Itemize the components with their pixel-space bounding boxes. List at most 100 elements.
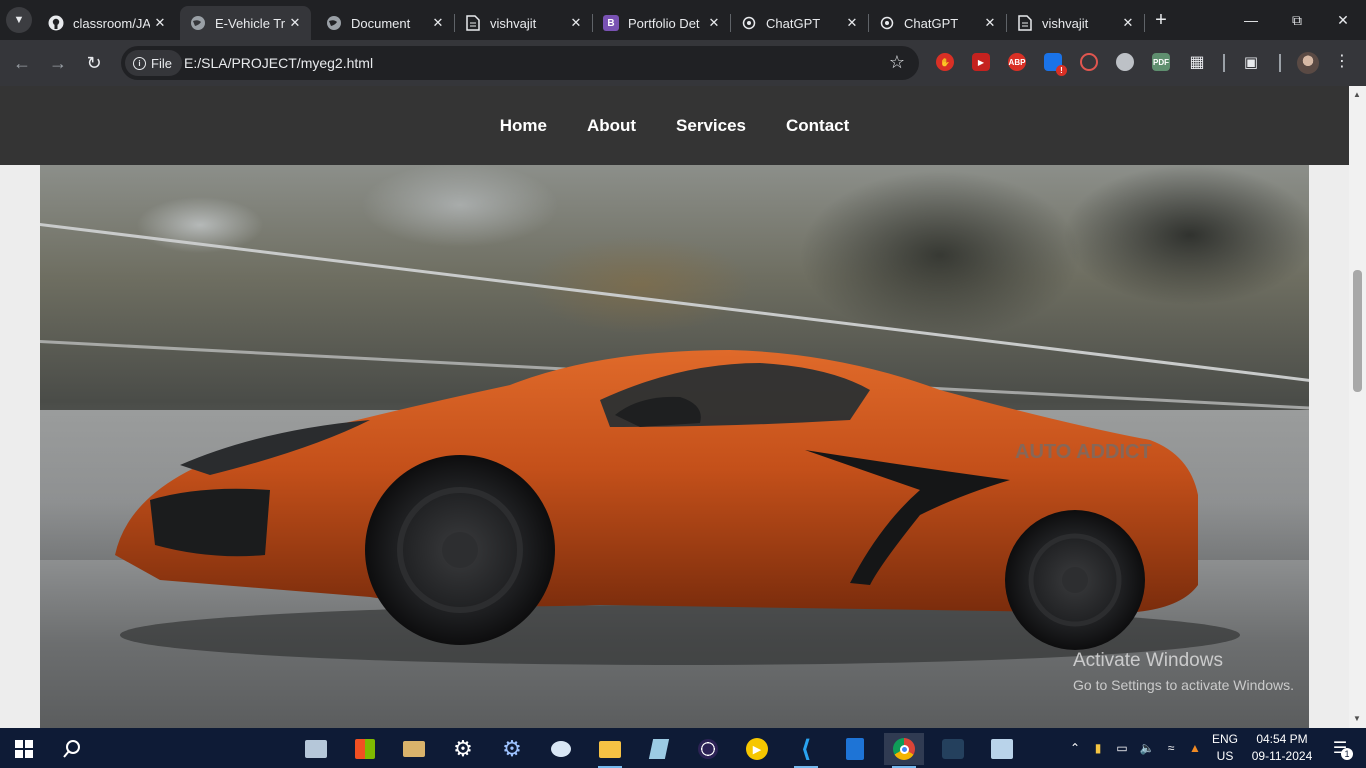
notes-icon — [648, 739, 670, 759]
bootstrap-icon: B — [603, 15, 619, 31]
taskbar-app-chart[interactable] — [982, 733, 1022, 765]
battery-icon[interactable]: ▭ — [1113, 728, 1131, 768]
language-indicator[interactable]: ENG US — [1210, 731, 1240, 765]
close-icon[interactable]: ✕ — [566, 13, 586, 33]
vscode-icon: ⟨ — [800, 735, 812, 763]
nav-link-about[interactable]: About — [587, 116, 636, 136]
scrollbar-thumb[interactable] — [1353, 270, 1362, 392]
minimize-button[interactable]: — — [1228, 0, 1274, 40]
stop-ext-icon[interactable]: ✋ — [936, 53, 954, 71]
swirl-ext-icon[interactable] — [1080, 53, 1098, 71]
paint-icon — [551, 741, 571, 757]
minimize-icon: — — [1244, 12, 1258, 28]
alert-badge-icon: ! — [1056, 65, 1067, 76]
taskbar-app-calculator[interactable] — [835, 733, 875, 765]
taskbar-app-chrome[interactable] — [884, 733, 924, 768]
search-button[interactable] — [52, 733, 92, 765]
tray-app-icon[interactable]: ▲ — [1186, 728, 1204, 768]
gear-icon: ⚙ — [453, 736, 473, 761]
openai-icon — [741, 15, 757, 31]
plus-icon: + — [1155, 8, 1167, 31]
windows-logo-icon — [15, 740, 33, 758]
address-bar[interactable]: i File E:/SLA/PROJECT/myeg2.html ☆ — [121, 46, 919, 80]
page-viewport: Home About Services Contact AUTO ADDICT … — [0, 86, 1366, 728]
tab-chatgpt-2[interactable]: ChatGPT ✕ — [869, 6, 1006, 40]
video-ext-icon[interactable]: ▶ — [972, 53, 990, 71]
cookie-ext-icon[interactable] — [1116, 53, 1134, 71]
folder-icon — [599, 740, 621, 758]
page-scrollbar[interactable]: ▲ ▼ — [1349, 86, 1366, 728]
screenshot-icon[interactable]: ▣ — [1242, 53, 1260, 71]
back-button[interactable]: ← — [8, 49, 36, 77]
scroll-down-icon[interactable]: ▼ — [1353, 714, 1361, 723]
close-icon[interactable]: ✕ — [842, 13, 862, 33]
calculator-icon — [846, 738, 864, 760]
close-icon: ✕ — [1337, 11, 1349, 28]
activate-windows-title: Activate Windows — [1073, 650, 1223, 671]
close-icon[interactable]: ✕ — [285, 13, 305, 33]
restore-button[interactable]: ⧉ — [1274, 0, 1320, 40]
tray-overflow-button[interactable]: ⌃ — [1066, 728, 1084, 768]
notifications-button[interactable]: ☰ 1 — [1322, 728, 1358, 768]
taskbar-app-store[interactable] — [345, 733, 385, 765]
nav-link-contact[interactable]: Contact — [786, 116, 849, 136]
tab-search-button[interactable]: ▼ — [6, 7, 32, 33]
close-icon[interactable]: ✕ — [704, 13, 724, 33]
nav-link-home[interactable]: Home — [500, 116, 547, 136]
start-button[interactable] — [4, 733, 44, 765]
search-icon — [63, 740, 80, 758]
taskbar-app-media[interactable]: ▶ — [737, 733, 777, 765]
taskbar-app-settings-2[interactable]: ⚙ — [492, 733, 532, 765]
url-text[interactable]: E:/SLA/PROJECT/myeg2.html — [184, 55, 373, 71]
tab-e-vehicle[interactable]: E-Vehicle Tra ✕ — [180, 6, 311, 40]
play-icon: ▶ — [746, 738, 768, 760]
new-tab-button[interactable]: + — [1149, 8, 1173, 32]
language-code: ENG — [1211, 732, 1238, 746]
abp-icon[interactable]: ABP — [1008, 53, 1026, 71]
arrow-left-icon: ← — [13, 52, 31, 73]
taskbar-app-control-panel[interactable] — [296, 733, 336, 765]
tray-security-icon[interactable]: ▮ — [1089, 728, 1107, 768]
taskbar-app-mysql[interactable] — [933, 733, 973, 765]
file-icon — [1017, 15, 1033, 31]
close-icon[interactable]: ✕ — [428, 13, 448, 33]
tab-document[interactable]: Document ✕ — [316, 6, 454, 40]
tab-chatgpt-1[interactable]: ChatGPT ✕ — [731, 6, 868, 40]
pdf-ext-icon[interactable]: PDF — [1152, 53, 1170, 71]
kebab-menu-icon[interactable]: ⋮ — [1334, 51, 1350, 71]
volume-icon[interactable]: 🔈 — [1137, 728, 1157, 768]
tab-strip: ▼ classroom/JA ✕ E-Vehicle Tra ✕ Documen… — [0, 0, 1366, 40]
taskbar-app-files[interactable] — [394, 733, 434, 765]
taskbar-app-explorer[interactable] — [590, 733, 630, 768]
site-info-chip[interactable]: i File — [125, 50, 182, 76]
openai-icon — [879, 15, 895, 31]
tab-portfolio[interactable]: B Portfolio Det ✕ — [593, 6, 730, 40]
reload-button[interactable]: ↻ — [80, 49, 108, 77]
taskbar-app-notes[interactable] — [639, 733, 679, 765]
chevron-down-icon: ▼ — [13, 14, 25, 26]
close-window-button[interactable]: ✕ — [1320, 0, 1366, 40]
profile-avatar[interactable] — [1297, 52, 1319, 74]
forward-button[interactable]: → — [44, 49, 72, 77]
nav-link-services[interactable]: Services — [676, 116, 746, 136]
taskbar-app-eclipse[interactable] — [688, 733, 728, 765]
taskbar-app-settings[interactable]: ⚙ — [443, 733, 483, 765]
puzzle-alert-icon[interactable]: ! — [1044, 53, 1067, 76]
tab-vishvajit[interactable]: vishvajit ✕ — [455, 6, 592, 40]
browser-toolbar: ← → ↻ i File E:/SLA/PROJECT/myeg2.html ☆… — [0, 40, 1366, 86]
taskbar-app-vscode[interactable]: ⟨ — [786, 733, 826, 768]
tab-classroom[interactable]: classroom/JA ✕ — [38, 6, 176, 40]
taskbar-app-paint[interactable] — [541, 733, 581, 765]
chrome-icon — [893, 738, 915, 760]
abp-label: ABP — [1008, 57, 1026, 67]
bookmark-star-icon[interactable]: ☆ — [889, 52, 905, 73]
close-icon[interactable]: ✕ — [980, 13, 1000, 33]
wifi-icon[interactable]: ≈ — [1161, 728, 1181, 768]
close-icon[interactable]: ✕ — [150, 13, 170, 33]
activate-windows-subtitle: Go to Settings to activate Windows. — [1073, 677, 1294, 693]
extensions-puzzle-icon[interactable]: ▦ — [1188, 53, 1206, 71]
tab-vishvajit-2[interactable]: vishvajit ✕ — [1007, 6, 1144, 40]
scroll-up-icon[interactable]: ▲ — [1353, 90, 1361, 99]
system-clock[interactable]: 04:54 PM 09-11-2024 — [1246, 731, 1318, 765]
close-icon[interactable]: ✕ — [1118, 13, 1138, 33]
